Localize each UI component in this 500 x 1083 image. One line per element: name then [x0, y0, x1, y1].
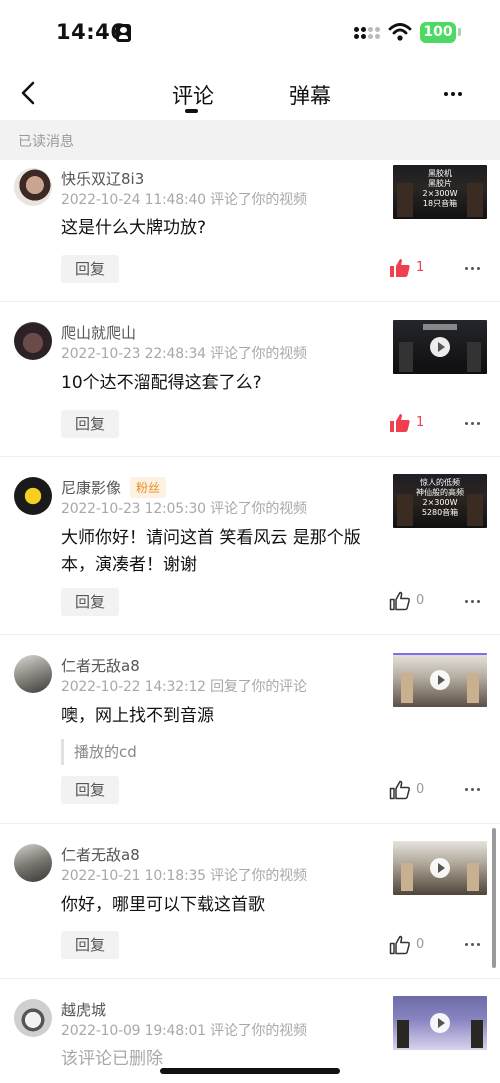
user-name[interactable]: 爬山就爬山	[61, 322, 136, 343]
reply-button[interactable]: 回复	[61, 931, 119, 959]
id-card-icon	[116, 24, 131, 42]
like-button[interactable]: 0	[389, 935, 429, 957]
play-icon	[430, 858, 450, 878]
comment-more-icon[interactable]	[465, 267, 487, 273]
comment-text: 这是什么大牌功放?	[61, 218, 207, 238]
like-count: 0	[416, 593, 425, 608]
comment-item[interactable]: 仁者无敌a8 2022-10-21 10:18:35 评论了你的视频 你好，哪里…	[0, 824, 500, 979]
like-count: 0	[416, 937, 425, 952]
tab-comments[interactable]: 评论	[172, 80, 214, 110]
comment-more-icon[interactable]	[465, 422, 487, 428]
quoted-comment: 播放的cd	[61, 739, 137, 765]
section-header: 已读消息	[0, 120, 500, 160]
avatar[interactable]	[14, 655, 52, 693]
active-tab-indicator	[185, 109, 198, 113]
like-count: 1	[416, 260, 425, 275]
back-icon[interactable]	[18, 80, 40, 106]
avatar[interactable]	[14, 322, 52, 360]
comment-more-icon[interactable]	[465, 943, 487, 949]
home-indicator[interactable]	[160, 1068, 340, 1074]
comment-meta: 2022-10-24 11:48:40 评论了你的视频	[61, 192, 307, 208]
comment-item[interactable]: 尼康影像 粉丝 2022-10-23 12:05:30 评论了你的视频 大师你好…	[0, 457, 500, 635]
reply-button[interactable]: 回复	[61, 255, 119, 283]
thumb-up-icon	[390, 414, 410, 432]
status-time: 14:46	[56, 20, 126, 44]
user-name[interactable]: 越虎城	[61, 999, 106, 1020]
battery-tip	[458, 28, 461, 36]
like-button[interactable]: 0	[389, 780, 429, 802]
scrollbar[interactable]	[492, 828, 496, 968]
thumbnail-caption: 黑胶机 黑胶片 2×300W 18只音箱	[422, 169, 458, 208]
thumb-up-icon	[389, 591, 410, 611]
user-name[interactable]: 仁者无敌a8	[61, 655, 140, 676]
thumb-up-icon	[389, 780, 410, 800]
comment-text: 大师你好！请问这首 笑看风云 是那个版本，演凑者！谢谢	[61, 528, 361, 575]
play-icon	[430, 670, 450, 690]
comment-meta: 2022-10-09 19:48:01 评论了你的视频	[61, 1023, 307, 1039]
battery-level: 100	[420, 22, 456, 43]
video-thumbnail[interactable]	[393, 653, 487, 707]
play-icon	[430, 337, 450, 357]
user-name[interactable]: 快乐双辽8i3	[61, 168, 144, 189]
thumb-up-icon	[389, 935, 410, 955]
video-thumbnail[interactable]	[393, 841, 487, 895]
like-button[interactable]: 0	[389, 591, 429, 613]
tab-danmaku[interactable]: 弹幕	[289, 80, 331, 110]
comment-more-icon[interactable]	[465, 600, 487, 606]
section-header-label: 已读消息	[18, 134, 74, 150]
user-name[interactable]: 尼康影像	[61, 477, 121, 498]
video-thumbnail[interactable]: 黑胶机 黑胶片 2×300W 18只音箱	[393, 165, 487, 219]
like-button[interactable]: 1	[389, 258, 429, 280]
fan-badge: 粉丝	[130, 477, 167, 498]
play-icon	[430, 1013, 450, 1033]
status-bar: 14:46 100	[0, 0, 500, 66]
comment-meta: 2022-10-23 22:48:34 评论了你的视频	[61, 346, 307, 362]
thumb-up-icon	[390, 259, 410, 277]
avatar[interactable]	[14, 999, 52, 1037]
comment-text: 10个达不溜配得这套了么?	[61, 373, 262, 393]
comment-meta: 2022-10-23 12:05:30 评论了你的视频	[61, 501, 307, 517]
comment-item[interactable]: 快乐双辽8i3 2022-10-24 11:48:40 评论了你的视频 这是什么…	[0, 160, 500, 302]
comment-more-icon[interactable]	[465, 788, 487, 794]
comment-text: 噢，网上找不到音源	[61, 706, 214, 726]
reply-button[interactable]: 回复	[61, 588, 119, 616]
wifi-icon	[388, 23, 412, 41]
like-count: 1	[416, 415, 425, 430]
reply-button[interactable]: 回复	[61, 410, 119, 438]
reply-button[interactable]: 回复	[61, 776, 119, 804]
like-count: 0	[416, 782, 425, 797]
avatar[interactable]	[14, 168, 52, 206]
like-button[interactable]: 1	[389, 413, 429, 435]
avatar[interactable]	[14, 477, 52, 515]
thumbnail-caption: 惊人的低频 神仙般的高频 2×300W 5280音箱	[416, 478, 464, 517]
top-nav: 评论 弹幕	[0, 66, 500, 120]
more-icon[interactable]	[444, 92, 466, 98]
video-thumbnail[interactable]: 惊人的低频 神仙般的高频 2×300W 5280音箱	[393, 474, 487, 528]
comment-meta: 2022-10-22 14:32:12 回复了你的评论	[61, 679, 307, 695]
comment-item[interactable]: 仁者无敌a8 2022-10-22 14:32:12 回复了你的评论 噢，网上找…	[0, 635, 500, 824]
video-thumbnail[interactable]	[393, 996, 487, 1050]
user-name[interactable]: 仁者无敌a8	[61, 844, 140, 865]
avatar[interactable]	[14, 844, 52, 882]
signal-icon	[354, 25, 380, 41]
video-thumbnail[interactable]	[393, 320, 487, 374]
comment-text: 你好，哪里可以下载这首歌	[61, 895, 265, 915]
comment-item[interactable]: 爬山就爬山 2022-10-23 22:48:34 评论了你的视频 10个达不溜…	[0, 302, 500, 457]
comment-meta: 2022-10-21 10:18:35 评论了你的视频	[61, 868, 307, 884]
